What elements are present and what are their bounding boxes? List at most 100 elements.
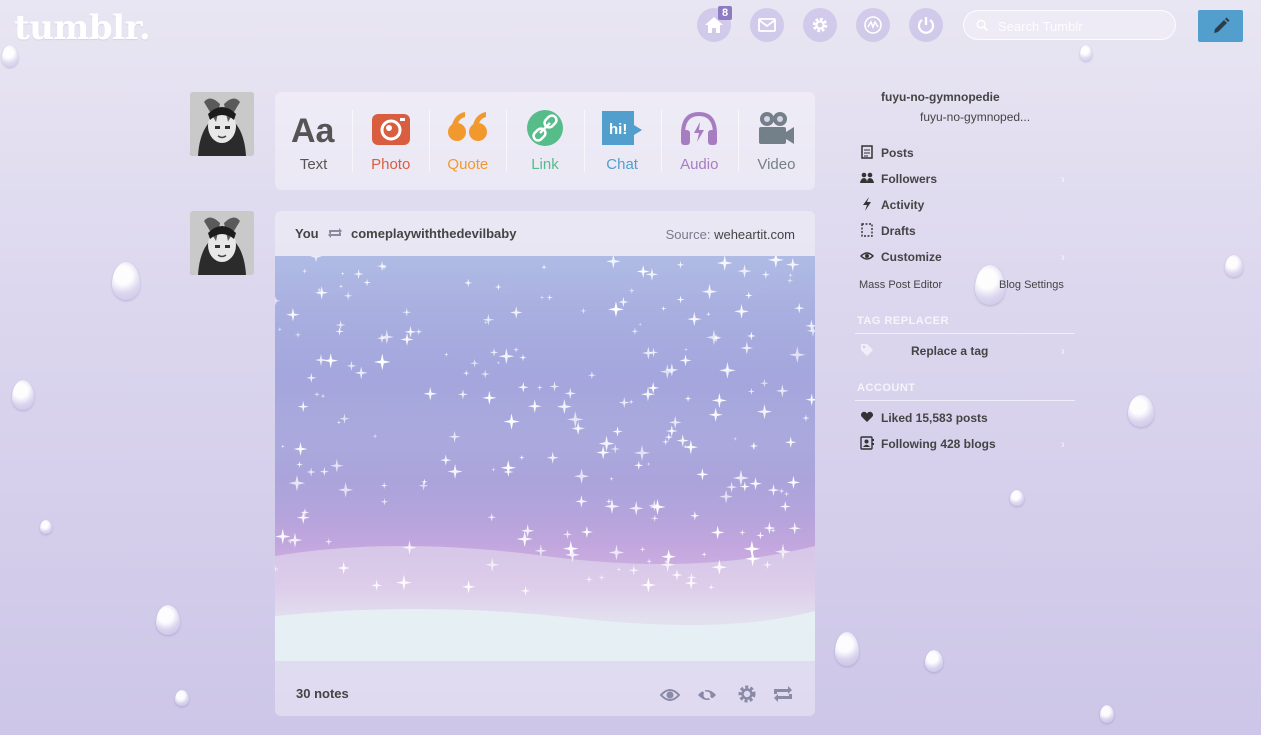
sidebar-item-likes[interactable]: Liked 15,583 posts [855, 409, 1065, 431]
logout-button[interactable] [909, 8, 943, 42]
quote-icon [447, 112, 487, 141]
following-icon [860, 436, 874, 450]
water-drop [835, 632, 859, 666]
replace-tag-link[interactable]: Replace a tag › [855, 342, 1065, 364]
sparkle [287, 532, 303, 548]
post-type-label: Photo [371, 156, 411, 173]
activity-button[interactable] [856, 8, 890, 42]
sparkle [324, 537, 333, 546]
eye-hidden-icon[interactable] [696, 683, 718, 705]
sidebar-item-posts[interactable]: Posts [855, 144, 1065, 166]
post-type-chat[interactable]: hi! Chat [583, 92, 661, 190]
link-icon [526, 110, 563, 146]
text-aa-icon: Aa [291, 112, 336, 148]
sparkle [710, 525, 725, 540]
liked-count: Liked 15,583 posts [881, 411, 988, 425]
messages-button[interactable] [750, 8, 784, 42]
reblog-icon[interactable] [772, 683, 794, 705]
video-camera-icon [759, 112, 795, 144]
post-type-photo[interactable]: Photo [352, 92, 429, 190]
compose-button[interactable] [1198, 10, 1243, 42]
search-icon [976, 19, 989, 32]
followers-icon [860, 172, 874, 183]
post-header: You comeplaywiththedevilbaby Source: weh… [275, 211, 815, 256]
sparkle [580, 526, 593, 539]
reblogged-from-link[interactable]: comeplaywiththedevilbaby [351, 226, 516, 241]
sparkle [516, 530, 533, 548]
activity-icon [864, 16, 882, 34]
chat-icon: hi! [602, 111, 643, 145]
water-drop [40, 520, 52, 534]
replace-tag-label: Replace a tag [911, 344, 989, 358]
post-type-bar: Aa Text Photo Quote Link hi! Chat Audio … [275, 92, 815, 190]
water-drop [1128, 395, 1154, 427]
divider [855, 400, 1075, 401]
avatar[interactable] [190, 92, 254, 156]
chevron-right-icon: › [1061, 344, 1065, 358]
sidebar-item-customize[interactable]: Customize › [855, 248, 1065, 270]
heart-icon [860, 411, 874, 422]
sparkle [646, 558, 653, 565]
post-type-label: Chat [606, 156, 638, 173]
sparkle [743, 540, 761, 558]
sparkle [788, 522, 801, 535]
tumblr-logo[interactable]: tumblr. [14, 8, 151, 48]
avatar[interactable] [190, 211, 254, 275]
mail-icon [758, 18, 776, 32]
sidebar-item-label: Activity [881, 198, 925, 212]
water-drop [925, 650, 943, 672]
eye-icon [860, 252, 874, 260]
sparkle [639, 546, 646, 553]
headphones-icon [681, 111, 718, 145]
water-drop [1010, 490, 1024, 506]
sidebar-item-activity[interactable]: Activity [855, 196, 1065, 218]
post-type-quote[interactable]: Quote [429, 92, 506, 190]
sparkle [562, 529, 573, 540]
post-type-label: Video [757, 156, 796, 173]
post-card: You comeplaywiththedevilbaby Source: weh… [275, 211, 815, 716]
post-type-label: Audio [680, 156, 719, 173]
sidebar-item-followers[interactable]: Followers › [855, 170, 1065, 192]
reblog-icon [328, 228, 342, 238]
notification-badge: 8 [718, 6, 733, 20]
gear-icon [812, 17, 828, 33]
search-input[interactable] [996, 16, 1170, 36]
post-photo[interactable] [275, 256, 815, 661]
mass-post-editor-link[interactable]: Mass Post Editor [859, 279, 942, 291]
home-button[interactable]: 8 [697, 6, 733, 42]
sparkle [275, 528, 291, 545]
sidebar-item-label: Followers [881, 172, 938, 186]
post-author[interactable]: You [295, 226, 319, 241]
sidebar-item-drafts[interactable]: Drafts [855, 222, 1065, 244]
eye-icon[interactable] [659, 683, 681, 705]
water-drop [156, 605, 180, 635]
water-drop [2, 45, 18, 67]
source-link[interactable]: weheartit.com [714, 227, 795, 242]
power-icon [917, 17, 935, 34]
sparkle-scene [275, 256, 815, 661]
post-type-label: Link [531, 156, 559, 173]
post-type-video[interactable]: Video [737, 92, 815, 190]
post-type-label: Quote [447, 156, 489, 173]
gear-icon[interactable] [736, 683, 758, 705]
post-type-text[interactable]: Aa Text [275, 92, 352, 190]
settings-button[interactable] [803, 8, 837, 42]
blog-name[interactable]: fuyu-no-gymnopedie [881, 90, 1000, 104]
sidebar-item-following[interactable]: Following 428 blogs › [855, 435, 1065, 457]
blog-settings-link[interactable]: Blog Settings [999, 279, 1064, 291]
post-type-label: Text [299, 156, 328, 173]
blog-title[interactable]: fuyu-no-gymnoped... [920, 110, 1030, 124]
post-footer: 30 notes [275, 661, 815, 716]
post-type-audio[interactable]: Audio [660, 92, 738, 190]
post-type-link[interactable]: Link [506, 92, 583, 190]
drafts-icon [861, 223, 873, 237]
water-drop [175, 690, 189, 706]
sparkle [739, 529, 746, 536]
sidebar-item-label: Customize [881, 250, 942, 264]
notes-count[interactable]: 30 notes [296, 686, 349, 701]
search-box[interactable] [963, 10, 1176, 40]
water-drop [12, 380, 34, 410]
post-source[interactable]: Source: weheartit.com [666, 227, 795, 242]
divider [855, 333, 1075, 334]
tag-replacer-heading: TAG REPLACER [857, 315, 949, 327]
